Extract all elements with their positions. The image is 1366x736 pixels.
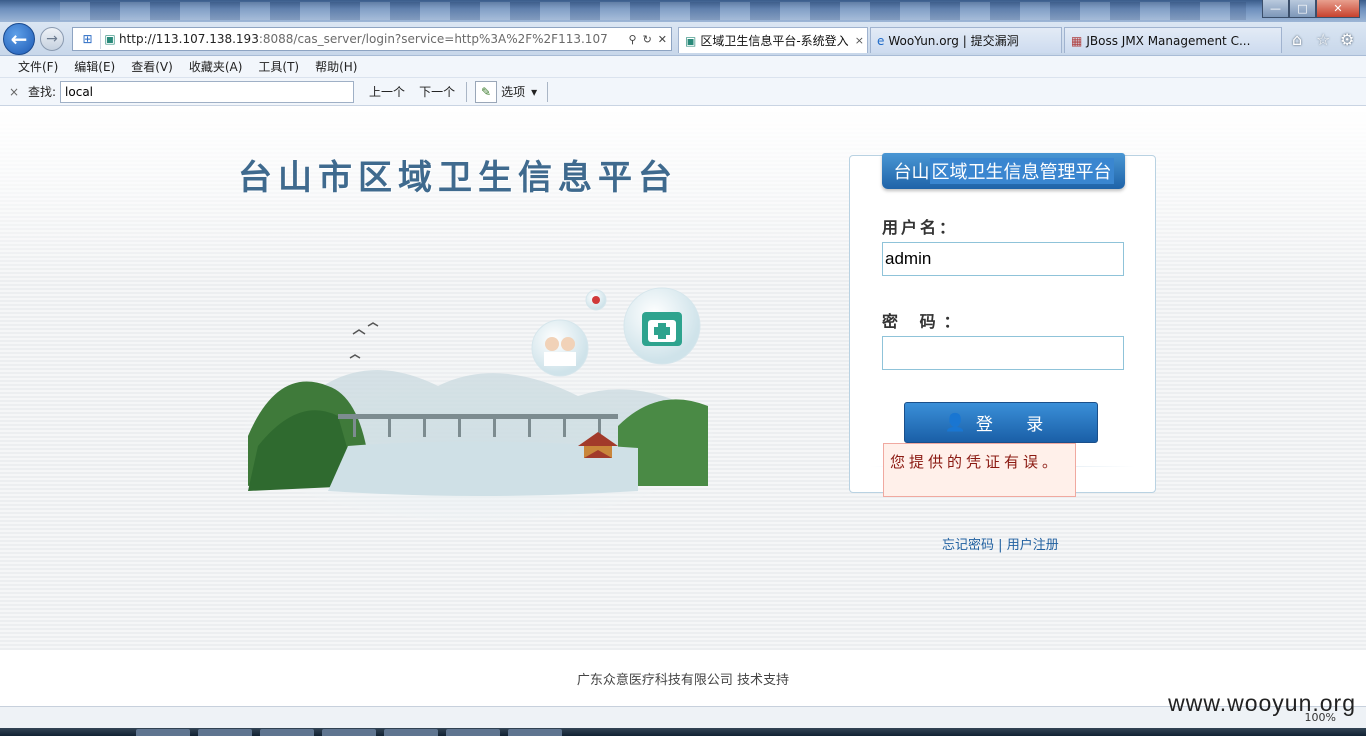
taskbar-item[interactable]	[322, 729, 376, 736]
watermark: www.wooyun.org	[1168, 690, 1356, 716]
tab-favicon-icon: ▣	[685, 33, 697, 48]
tab-wooyun[interactable]: e WooYun.org | 提交漏洞	[870, 27, 1062, 53]
menu-edit[interactable]: 编辑(E)	[74, 58, 115, 75]
username-field[interactable]	[882, 242, 1124, 276]
status-bar: 100%	[0, 706, 1366, 728]
tab-jboss[interactable]: ▦ JBoss JMX Management C...	[1064, 27, 1282, 53]
login-links: 忘记密码 | 用户注册	[942, 534, 1059, 553]
address-url[interactable]: http://113.107.138.193:8088/cas_server/l…	[119, 32, 625, 46]
menu-bar: 文件(F) 编辑(E) 查看(V) 收藏夹(A) 工具(T) 帮助(H)	[0, 56, 1366, 78]
menu-help[interactable]: 帮助(H)	[315, 58, 357, 75]
taskbar-item[interactable]	[136, 729, 190, 736]
home-icon[interactable]: ⌂	[1292, 30, 1302, 49]
titlebar-background	[60, 2, 1246, 20]
page-favicon-icon: ▦	[1071, 33, 1083, 48]
site-favicon-icon: ▣	[104, 32, 116, 46]
browser-navbar: ← → ⊞ ▣ http://113.107.138.193:8088/cas_…	[0, 22, 1366, 56]
header-prefix: 台山	[893, 162, 930, 183]
address-tools: ⚲ ↻ ✕	[625, 33, 672, 46]
stop-icon[interactable]: ✕	[658, 33, 667, 46]
minimize-button[interactable]: —	[1262, 0, 1289, 18]
compat-view-icon[interactable]: ⊞	[75, 29, 101, 49]
gear-icon[interactable]: ⚙	[1340, 30, 1354, 49]
search-icon[interactable]: ⚲	[629, 33, 637, 46]
login-panel-header: 台山 区域卫生信息管理平台	[882, 153, 1125, 189]
forward-arrow-icon[interactable]: →	[40, 27, 64, 51]
menu-tools[interactable]: 工具(T)	[258, 58, 299, 75]
maximize-button[interactable]: □	[1289, 0, 1316, 18]
back-arrow-icon[interactable]: ←	[3, 23, 35, 55]
page-footer: 广东众意医疗科技有限公司 技术支持	[0, 650, 1366, 706]
find-separator	[547, 81, 549, 102]
tab-label: 区域卫生信息平台-系统登入	[700, 34, 849, 48]
find-options-button[interactable]: 选项	[501, 83, 525, 100]
chevron-down-icon[interactable]: ▾	[531, 85, 537, 99]
taskbar-item[interactable]	[260, 729, 314, 736]
tab-label: WooYun.org | 提交漏洞	[888, 34, 1019, 48]
find-label: 查找:	[28, 85, 57, 99]
find-input[interactable]	[60, 80, 355, 103]
tab-close-icon[interactable]: ×	[855, 34, 864, 47]
window-controls: — □ ✕	[1262, 0, 1360, 18]
url-path: :8088/cas_server/login?service=http%3A%2…	[258, 32, 608, 46]
site-title: 台山市区域卫生信息平台	[238, 158, 678, 198]
error-message: 您提供的凭证有误。	[883, 443, 1076, 497]
taskbar-item[interactable]	[198, 729, 252, 736]
window-titlebar: — □ ✕	[0, 0, 1366, 22]
taskbar-item[interactable]	[508, 729, 562, 736]
star-icon[interactable]: ☆	[1316, 30, 1330, 49]
register-link[interactable]: 用户注册	[1007, 538, 1059, 553]
menu-file[interactable]: 文件(F)	[18, 58, 58, 75]
find-prev-button[interactable]: 上一个	[369, 83, 405, 100]
header-highlight: 区域卫生信息管理平台	[929, 158, 1114, 184]
page-content: 台山市区域卫生信息平台 台山 区域卫生信息管理平台 用户名： admin 密 码…	[0, 106, 1366, 650]
refresh-icon[interactable]: ↻	[643, 33, 652, 46]
forgot-password-link[interactable]: 忘记密码	[942, 538, 994, 553]
find-next-button[interactable]: 下一个	[419, 83, 455, 100]
landscape-illustration	[243, 287, 713, 521]
find-separator	[466, 81, 468, 102]
ie-logo-icon: e	[877, 33, 885, 48]
login-button[interactable]: 👤 登 录	[904, 402, 1098, 443]
password-label: 密 码：	[882, 312, 968, 331]
footer-text: 广东众意医疗科技有限公司 技术支持	[576, 672, 790, 688]
tab-login[interactable]: ▣ 区域卫生信息平台-系统登入 ×	[678, 27, 868, 53]
find-bar: × 查找: 上一个 下一个 ✎ 选项 ▾	[0, 78, 1366, 106]
user-icon: 👤	[944, 412, 966, 433]
address-bar[interactable]: ⊞ ▣ http://113.107.138.193:8088/cas_serv…	[72, 27, 672, 51]
taskbar-item[interactable]	[446, 729, 500, 736]
links-divider: |	[998, 538, 1003, 553]
menu-view[interactable]: 查看(V)	[131, 58, 173, 75]
find-close-icon[interactable]: ×	[0, 85, 28, 99]
menu-favorites[interactable]: 收藏夹(A)	[189, 58, 243, 75]
os-taskbar	[0, 728, 1366, 736]
pen-icon[interactable]: ✎	[475, 80, 498, 103]
password-field[interactable]	[882, 336, 1124, 370]
login-button-label: 登 录	[975, 415, 1058, 435]
taskbar-item[interactable]	[384, 729, 438, 736]
username-label: 用户名：	[882, 218, 959, 237]
url-host: http://113.107.138.193	[119, 32, 259, 46]
tab-label: JBoss JMX Management C...	[1086, 33, 1251, 48]
close-window-button[interactable]: ✕	[1316, 0, 1360, 18]
